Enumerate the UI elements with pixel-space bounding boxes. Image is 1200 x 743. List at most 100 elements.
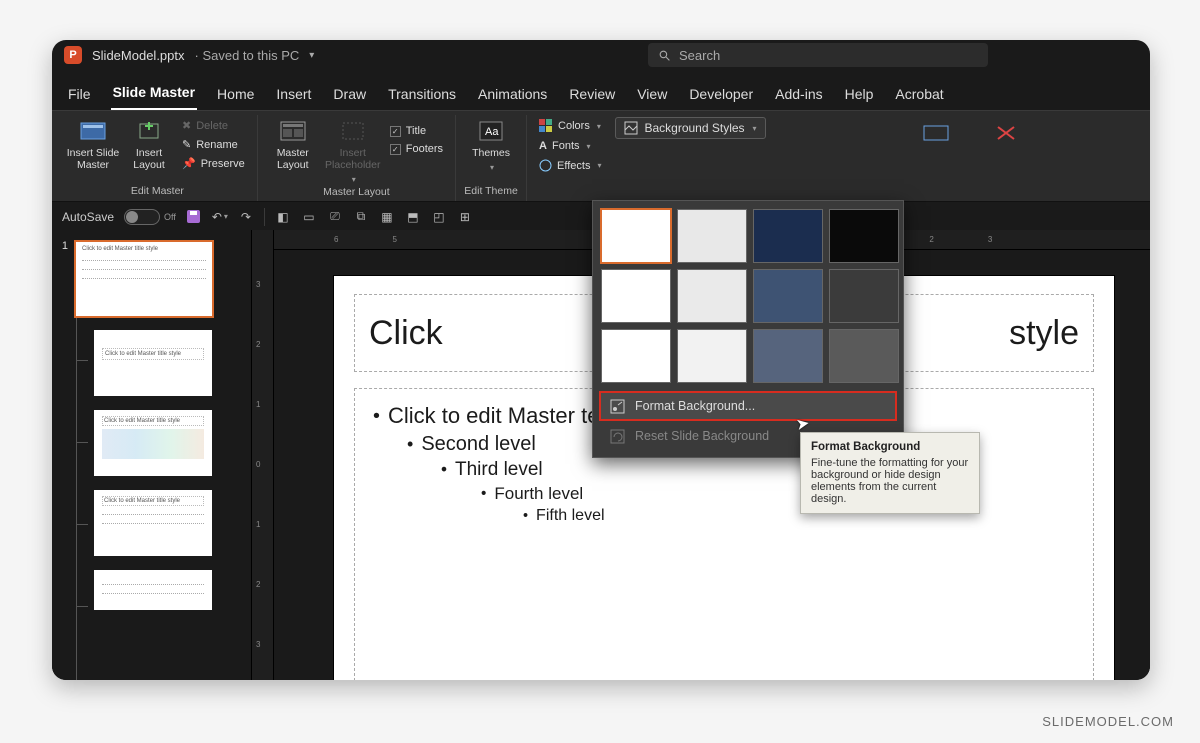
save-button[interactable] <box>186 209 202 225</box>
body-level-4: Fourth level <box>494 484 583 504</box>
group-label-edit-theme: Edit Theme <box>464 183 518 201</box>
undo-button[interactable]: ↶▾ <box>212 209 228 225</box>
title-checkbox[interactable]: ✓Title <box>386 123 447 139</box>
qat-icon-8[interactable]: ⊞ <box>457 209 473 225</box>
layout-thumbnail[interactable]: Click to edit Master title style <box>94 330 212 396</box>
tab-home[interactable]: Home <box>215 82 256 110</box>
effects-icon <box>539 159 552 172</box>
background-swatch[interactable] <box>601 269 671 323</box>
master-layout-button[interactable]: Master Layout <box>266 115 320 171</box>
background-swatch[interactable] <box>753 269 823 323</box>
tab-transitions[interactable]: Transitions <box>386 82 458 110</box>
search-box[interactable]: Search <box>648 43 988 67</box>
background-swatch[interactable] <box>677 209 747 263</box>
tab-addins[interactable]: Add-ins <box>773 82 824 110</box>
preserve-button[interactable]: 📌Preserve <box>178 155 249 172</box>
delete-button: ✖Delete <box>178 117 249 134</box>
tooltip-title: Format Background <box>811 441 969 453</box>
save-status: · Saved to this PC <box>195 48 300 63</box>
background-styles-button[interactable]: Background Styles▾ <box>615 117 765 139</box>
group-label-edit-master: Edit Master <box>131 183 184 201</box>
group-master-layout: Master Layout Insert Placeholder▾ ✓Title… <box>258 115 456 201</box>
layout-thumbnail[interactable]: Click to edit Master title style <box>94 490 212 556</box>
tab-draw[interactable]: Draw <box>331 82 368 110</box>
powerpoint-icon <box>64 46 82 64</box>
layout-thumbnail[interactable]: Click to edit Master title style <box>94 410 212 476</box>
group-edit-master: Insert Slide Master Insert Layout ✖Delet… <box>58 115 258 201</box>
chevron-down-icon[interactable]: ▾ <box>309 50 314 61</box>
background-swatch[interactable] <box>677 329 747 383</box>
qat-icon-6[interactable]: ⬒ <box>405 209 421 225</box>
tab-file[interactable]: File <box>66 82 93 110</box>
group-edit-theme: Aa Themes▾ Edit Theme <box>456 115 527 201</box>
autosave-toggle[interactable] <box>124 209 160 225</box>
background-swatch[interactable] <box>829 209 899 263</box>
tab-insert[interactable]: Insert <box>274 82 313 110</box>
body-level-1: Click to edit Master text <box>388 403 617 429</box>
tab-review[interactable]: Review <box>567 82 617 110</box>
preserve-icon: 📌 <box>182 157 196 170</box>
autosave-state: Off <box>164 212 176 222</box>
body-level-2: Second level <box>421 433 536 456</box>
background-swatch-grid <box>599 207 897 385</box>
qat-icon-1[interactable]: ◧ <box>275 209 291 225</box>
master-layout-icon <box>279 119 307 143</box>
ribbon-tabs: File Slide Master Home Insert Draw Trans… <box>52 70 1150 110</box>
tooltip-body: Fine-tune the formatting for your backgr… <box>811 457 969 505</box>
slide-size-icon <box>922 121 950 145</box>
body-level-5: Fifth level <box>536 507 604 525</box>
checkbox-icon: ✓ <box>390 144 401 155</box>
background-swatch[interactable] <box>601 329 671 383</box>
placeholder-icon <box>339 119 367 143</box>
group-background: Colors▾ AFonts▾ Effects▾ Background Styl… <box>527 115 1034 201</box>
tab-acrobat[interactable]: Acrobat <box>893 82 945 110</box>
qat-icon-2[interactable]: ▭ <box>301 209 317 225</box>
slide-number: 1 <box>58 240 68 252</box>
qat-icon-7[interactable]: ◰ <box>431 209 447 225</box>
background-swatch[interactable] <box>753 329 823 383</box>
tree-connector <box>76 316 77 680</box>
fonts-button[interactable]: AFonts▾ <box>535 138 605 154</box>
footers-checkbox[interactable]: ✓Footers <box>386 141 447 157</box>
autosave-label: AutoSave <box>62 210 114 224</box>
colors-button[interactable]: Colors▾ <box>535 117 605 135</box>
slide-thumbnail-pane[interactable]: 1 Click to edit Master title style Click… <box>52 230 252 680</box>
close-master-view-button[interactable] <box>986 117 1026 145</box>
colors-icon <box>539 119 553 133</box>
background-swatch[interactable] <box>677 269 747 323</box>
insert-layout-icon <box>135 119 163 143</box>
layout-thumbnail[interactable] <box>94 570 212 610</box>
insert-layout-button[interactable]: Insert Layout <box>126 115 172 171</box>
svg-text:Aa: Aa <box>485 126 499 138</box>
effects-button[interactable]: Effects▾ <box>535 157 605 174</box>
qat-icon-5[interactable]: ▦ <box>379 209 395 225</box>
master-slide-thumbnail[interactable]: Click to edit Master title style <box>74 240 214 318</box>
tab-slide-master[interactable]: Slide Master <box>111 80 197 110</box>
tooltip: Format Background Fine-tune the formatti… <box>800 432 980 514</box>
tab-help[interactable]: Help <box>843 82 876 110</box>
format-background-label: Format Background... <box>635 399 755 413</box>
background-swatch[interactable] <box>829 269 899 323</box>
title-text-left: Click <box>369 314 443 353</box>
qat-icon-4[interactable]: ⧉ <box>353 209 369 225</box>
background-swatch[interactable] <box>753 209 823 263</box>
tab-view[interactable]: View <box>635 82 669 110</box>
redo-button[interactable]: ↷ <box>238 209 254 225</box>
rename-button[interactable]: ✎Rename <box>178 136 249 153</box>
slide-size-button[interactable] <box>916 117 956 145</box>
background-swatch[interactable] <box>829 329 899 383</box>
vertical-ruler: 3 2 1 0 1 2 3 <box>252 230 274 680</box>
insert-slide-master-button[interactable]: Insert Slide Master <box>66 115 120 171</box>
themes-icon: Aa <box>477 119 505 143</box>
themes-button[interactable]: Aa Themes▾ <box>464 115 518 172</box>
qat-icon-3[interactable]: ⎚ <box>327 209 343 225</box>
format-background-menu-item[interactable]: Format Background... <box>599 391 897 421</box>
close-icon <box>992 121 1020 145</box>
tab-developer[interactable]: Developer <box>687 82 755 110</box>
document-filename: SlideModel.pptx <box>92 48 185 63</box>
insert-placeholder-button: Insert Placeholder▾ <box>326 115 380 184</box>
body-level-3: Third level <box>455 459 543 481</box>
search-icon <box>658 49 671 62</box>
background-swatch[interactable] <box>601 209 671 263</box>
tab-animations[interactable]: Animations <box>476 82 549 110</box>
